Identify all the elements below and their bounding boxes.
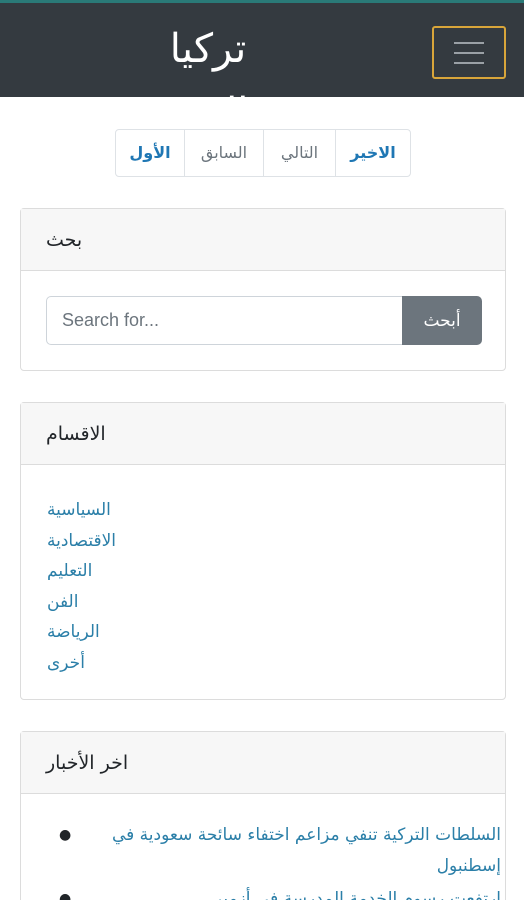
category-item: التعليم bbox=[47, 556, 116, 587]
category-link[interactable]: أخرى bbox=[47, 653, 85, 673]
category-item: أخرى bbox=[47, 648, 116, 679]
category-item: الرياضة bbox=[47, 617, 116, 648]
search-button[interactable]: أبحث bbox=[402, 296, 482, 345]
category-link[interactable]: الاقتصادية bbox=[47, 531, 116, 551]
categories-card: الاقسام السياسية الاقتصادية التعليم الفن… bbox=[20, 402, 506, 700]
pagination-previous[interactable]: السابق bbox=[184, 130, 263, 176]
news-item: ● السلطات التركية تنفي مزاعم اختفاء سائح… bbox=[59, 820, 501, 882]
categories-card-header: الاقسام bbox=[21, 403, 505, 465]
pagination-last[interactable]: الاخير bbox=[335, 130, 410, 176]
search-form: أبحث bbox=[46, 296, 482, 345]
categories-list: السياسية الاقتصادية التعليم الفن الرياضة… bbox=[47, 495, 116, 678]
pagination: الاخير التالي السابق الأول bbox=[115, 129, 411, 177]
top-navbar: تركيا اليوم bbox=[0, 0, 524, 136]
bullet-icon: ● bbox=[59, 891, 72, 900]
menu-toggle-button[interactable] bbox=[432, 26, 506, 79]
hamburger-menu-icon-line bbox=[454, 42, 484, 44]
news-link[interactable]: السلطات التركية تنفي مزاعم اختفاء سائحة … bbox=[112, 825, 501, 876]
pagination-next[interactable]: التالي bbox=[263, 130, 335, 176]
bullet-icon: ● bbox=[59, 827, 72, 843]
categories-card-title: الاقسام bbox=[46, 423, 106, 445]
category-item: الاقتصادية bbox=[47, 526, 116, 557]
search-card-header: بحث bbox=[21, 209, 505, 271]
search-input[interactable] bbox=[46, 296, 404, 345]
latest-news-card: اخر الأخبار ● السلطات التركية تنفي مزاعم… bbox=[20, 731, 506, 900]
hamburger-menu-icon-line bbox=[454, 52, 484, 54]
hamburger-menu-icon-line bbox=[454, 62, 484, 64]
latest-news-list: ● السلطات التركية تنفي مزاعم اختفاء سائح… bbox=[59, 820, 501, 900]
category-link[interactable]: السياسية bbox=[47, 500, 111, 520]
news-link[interactable]: ارتفعت رسوم الخدمة المدرسة في أزمير bbox=[214, 889, 501, 900]
category-link[interactable]: الفن bbox=[47, 592, 78, 612]
latest-news-card-title: اخر الأخبار bbox=[46, 752, 129, 774]
search-card-title: بحث bbox=[46, 229, 83, 251]
site-brand[interactable]: تركيا اليوم bbox=[128, 17, 288, 136]
pagination-first[interactable]: الأول bbox=[116, 130, 184, 176]
search-card: بحث أبحث bbox=[20, 208, 506, 371]
category-item: السياسية bbox=[47, 495, 116, 526]
latest-news-card-header: اخر الأخبار bbox=[21, 732, 505, 794]
category-link[interactable]: التعليم bbox=[47, 561, 92, 581]
category-item: الفن bbox=[47, 587, 116, 618]
category-link[interactable]: الرياضة bbox=[47, 622, 100, 642]
news-item: ● ارتفعت رسوم الخدمة المدرسة في أزمير bbox=[59, 884, 501, 900]
